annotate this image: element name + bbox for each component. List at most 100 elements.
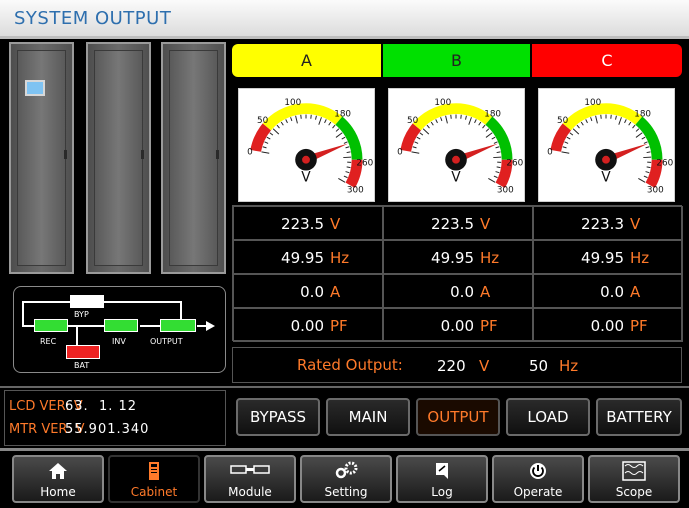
power-icon [494,461,582,481]
gauge-tick [585,119,588,124]
gauge-tick [566,136,571,140]
lcd-version-value: 63. 1. 12 [65,399,138,414]
gauge-tick [328,121,332,126]
gauge-tick [345,146,350,149]
tab-load[interactable]: LOAD [506,398,590,436]
gauge-tick-label: 100 [584,98,601,108]
gauge-tick-label: 50 [557,116,569,126]
gauge-tick [261,151,270,154]
gauge-tick [440,117,443,122]
cabinet-handle-icon [141,150,144,159]
gauge-tick [338,177,346,183]
section-divider [0,386,689,388]
nav-operate[interactable]: Operate [492,455,584,503]
cabinet-display-icon [25,80,45,96]
title-divider [0,36,689,39]
gauge-tick [435,119,438,124]
phase-a-voltage: 223.5 V [233,206,383,240]
gauge-tick [628,121,632,126]
tab-battery[interactable]: BATTERY [596,398,682,436]
gauge-tick [345,171,350,174]
nav-home[interactable]: Home [12,455,104,503]
gear-icon [302,461,390,481]
cabinet-handle-icon [216,150,219,159]
gauge-tick [474,119,477,124]
gauge-unit-label: V [601,169,611,185]
gauge-tick [590,117,593,122]
page-title: SYSTEM OUTPUT [14,8,172,29]
mtr-version-value: 55.901.340 [65,422,150,437]
cabinet-unit-1[interactable] [9,42,74,274]
gauge-tick [641,136,646,140]
bypass-switch-icon [70,295,104,308]
cabinet-handle-icon [64,150,67,159]
gauge-tick [264,141,269,144]
gauge-tick-label: 0 [247,147,253,157]
tab-main[interactable]: MAIN [326,398,410,436]
gauge-tick-label: 100 [434,98,451,108]
gauge-tick-label: 260 [656,159,673,169]
gauge-tick [595,115,598,124]
gauge-tick [341,136,346,140]
gauge-tick [495,146,500,149]
phase-b-header: B [383,44,530,77]
scope-icon [590,461,678,481]
nav-scope[interactable]: Scope [588,455,680,503]
gauge-tick [412,146,417,149]
gauge-tick-label: 0 [397,147,403,157]
rated-voltage-value: 220 [437,357,466,375]
gauge-tick-label: 260 [356,159,373,169]
gauge-tick [643,175,648,179]
tab-bypass[interactable]: BYPASS [236,398,320,436]
gauge-tick [493,175,498,179]
gauge-tick [493,141,498,144]
tab-output[interactable]: OUTPUT [416,398,500,436]
gauge-tick [290,117,293,122]
nav-log[interactable]: Log [396,455,488,503]
phase-a-header: A [232,44,381,77]
gauge-tick [643,141,648,144]
gauge-tick [485,128,490,132]
gauge-tick [419,132,424,136]
nav-setting[interactable]: Setting [300,455,392,503]
nav-cabinet[interactable]: Cabinet [108,455,200,503]
gauge-tick-label: 180 [334,110,351,120]
phase-a-power-factor: 0.00 PF [233,308,383,342]
gauge-tick [324,119,327,124]
cabinet-unit-2[interactable] [86,42,151,274]
version-info: LCD VER: V 63. 1. 12 MTR VER: V 55.901.3… [4,390,226,446]
gauge-tick [495,171,500,174]
phase-c-voltmeter: 0 50 100 180 260 300 V [538,88,675,202]
gauge-unit-label: V [301,169,311,185]
gauge-tick [343,175,348,179]
gauge-tick [445,115,448,124]
gauge-tick [485,132,493,138]
rated-voltage-unit: V [479,357,490,375]
phase-a-current: 0.0 A [233,274,383,308]
log-icon [398,461,486,481]
phase-b-voltmeter: 0 50 100 180 260 300 V [388,88,525,202]
gauge-tick [576,124,580,129]
phase-a-frequency: 49.95 Hz [233,240,383,274]
output-icon [160,319,196,332]
output-label: OUTPUT [150,337,183,346]
cabinet-unit-3[interactable] [161,42,226,274]
gauge-tick [332,124,336,129]
gauge-tick [488,177,496,183]
nav-module[interactable]: Module [204,455,296,503]
readings-table: 223.5 V 223.5 V 223.3 V 49.95 Hz 49.95 Hz 49.… [232,205,683,342]
gauge-tick [615,115,617,120]
gauge-tick [346,151,351,154]
gauge-tick [411,151,420,154]
inverter-icon [104,319,138,332]
gauge-tick-label: 100 [284,98,301,108]
gauge-tick [346,166,351,169]
gauge-tick-label: 300 [497,186,514,196]
gauge-tick-label: 50 [407,116,419,126]
gauge-tick [572,128,580,135]
gauge-tick [580,121,584,126]
inverter-label: INV [112,337,126,346]
gauge-tick [635,132,643,138]
phase-b-current: 0.0 A [383,274,533,308]
gauge-tick [269,132,274,136]
